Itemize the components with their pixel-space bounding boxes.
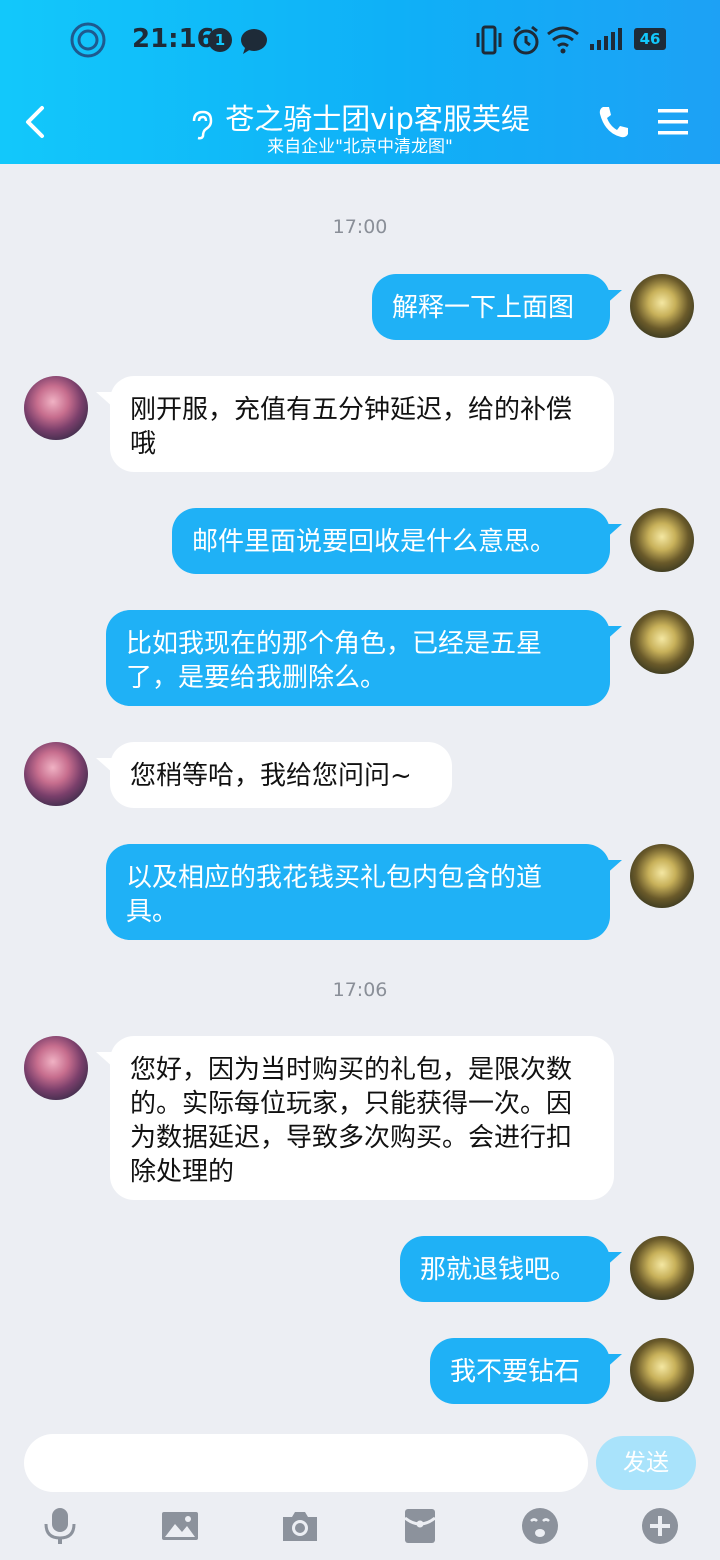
message-bubble-incoming[interactable]: 您稍等哈，我给您问问~ [110, 742, 452, 808]
message-bubble-outgoing[interactable]: 以及相应的我花钱买礼包内包含的道具。 [106, 844, 610, 940]
camera-icon[interactable] [280, 1506, 320, 1546]
status-time: 21:16 [132, 24, 215, 54]
message-bubble-outgoing[interactable]: 邮件里面说要回收是什么意思。 [172, 508, 610, 574]
plus-icon[interactable] [640, 1506, 680, 1546]
bubble-tail [604, 1354, 622, 1370]
bubble-tail [604, 860, 622, 876]
bubble-tail [604, 290, 622, 306]
emoji-icon[interactable] [520, 1506, 560, 1546]
avatar-self[interactable] [630, 274, 694, 338]
message-bubble-outgoing[interactable]: 我不要钻石 [430, 1338, 610, 1404]
microphone-icon[interactable] [40, 1506, 80, 1546]
battery-indicator: 46 [634, 28, 666, 50]
message-bubble-outgoing[interactable]: 那就退钱吧。 [400, 1236, 610, 1302]
message-input[interactable] [24, 1434, 588, 1492]
avatar-self[interactable] [630, 1338, 694, 1402]
avatar-self[interactable] [630, 610, 694, 674]
timestamp: 17:06 [332, 979, 388, 1001]
message-status-icon [241, 29, 267, 54]
bubble-tail [604, 1252, 622, 1268]
avatar-agent[interactable] [24, 742, 88, 806]
message-bubble-incoming[interactable]: 您好，因为当时购买的礼包，是限次数的。实际每位玩家，只能获得一次。因为数据延迟，… [110, 1036, 614, 1200]
image-icon[interactable] [160, 1506, 200, 1546]
message-bubble-outgoing[interactable]: 解释一下上面图 [372, 274, 610, 340]
message-bubble-outgoing[interactable]: 比如我现在的那个角色，已经是五星了，是要给我删除么。 [106, 610, 610, 706]
menu-icon[interactable] [656, 106, 690, 138]
avatar-agent[interactable] [24, 376, 88, 440]
avatar-self[interactable] [630, 844, 694, 908]
avatar-self[interactable] [630, 1236, 694, 1300]
timestamp: 17:00 [332, 216, 388, 238]
avatar-self[interactable] [630, 508, 694, 572]
wifi-icon [547, 26, 579, 54]
bubble-tail [604, 626, 622, 642]
bubble-tail [604, 524, 622, 540]
vibrate-icon [476, 25, 502, 55]
red-packet-icon[interactable] [400, 1506, 440, 1546]
circle-status-icon [70, 22, 106, 58]
avatar-agent[interactable] [24, 1036, 88, 1100]
alarm-icon [513, 25, 539, 55]
send-button[interactable]: 发送 [596, 1436, 696, 1490]
chat-title: 苍之骑士团vip客服芙缇 [225, 102, 530, 136]
chat-header: 21:16 1 46 苍之骑士团vip客服芙缇 来自企业"北京中清龙图" [0, 0, 720, 164]
phone-icon[interactable] [596, 104, 630, 140]
signal-icon [590, 28, 622, 50]
notification-badge: 1 [208, 28, 232, 52]
message-bubble-incoming[interactable]: 刚开服，充值有五分钟延迟，给的补偿哦 [110, 376, 614, 472]
